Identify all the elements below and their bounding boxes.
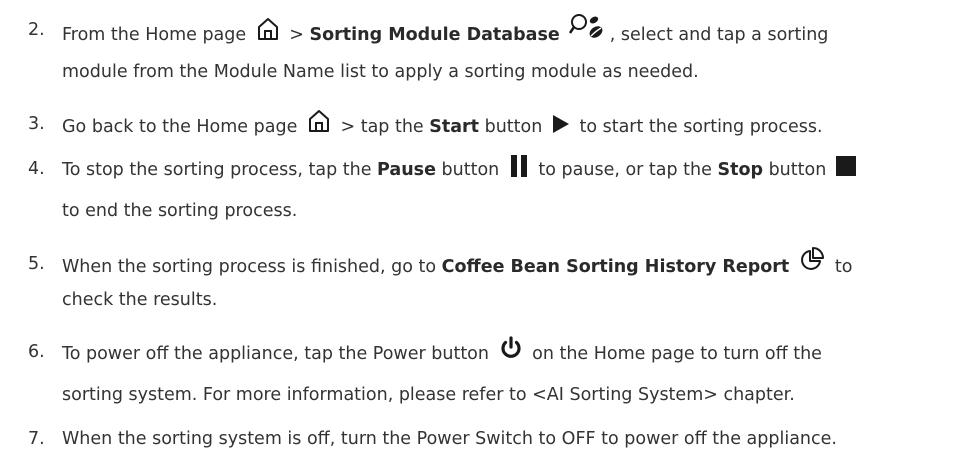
step-bold: Sorting Module Database — [309, 25, 560, 45]
step-text: button — [435, 160, 505, 180]
home-icon — [256, 16, 280, 42]
step-text: , select and tap a sorting — [609, 25, 829, 45]
step-text: to — [829, 257, 853, 277]
step-line: sorting system. For more information, pl… — [62, 385, 795, 405]
power-icon — [499, 336, 523, 360]
step-text: When the sorting process is finished, go… — [62, 257, 442, 277]
step-line: Go back to the Home page > tap the Start… — [62, 110, 823, 140]
step-number: 2. — [28, 20, 45, 40]
step-text: Go back to the Home page — [62, 117, 303, 137]
step-line: to end the sorting process. — [62, 201, 298, 221]
step-line: To stop the sorting process, tap the Pau… — [62, 155, 856, 181]
step-text: button — [763, 160, 832, 180]
step-number: 5. — [28, 254, 45, 274]
step-text: From the Home page — [62, 25, 252, 45]
step-text: To power off the appliance, tap the Powe… — [62, 344, 495, 364]
step-text: > tap the — [334, 117, 430, 137]
step-text: to pause, or tap the — [532, 160, 718, 180]
step-number: 4. — [28, 159, 45, 179]
home-icon — [307, 108, 331, 134]
step-text: to start the sorting process. — [573, 117, 823, 137]
step-bold: Pause — [377, 160, 436, 180]
step-line: check the results. — [62, 290, 218, 310]
step-number: 7. — [28, 429, 45, 449]
pause-icon — [510, 155, 527, 177]
step-text: > — [283, 25, 310, 45]
pie-chart-icon — [799, 246, 825, 272]
coffee-bean-search-icon — [568, 12, 608, 42]
step-text: on the Home page to turn off the — [526, 344, 822, 364]
step-bold: Coffee Bean Sorting History Report — [441, 257, 790, 277]
step-bold: Start — [429, 117, 480, 137]
step-text: To stop the sorting process, tap the — [62, 160, 378, 180]
stop-icon — [835, 156, 856, 176]
step-line: To power off the appliance, tap the Powe… — [62, 336, 822, 366]
step-bold: Stop — [717, 160, 763, 180]
step-line: From the Home page > Sorting Module Data… — [62, 14, 829, 50]
step-line: When the sorting process is finished, go… — [62, 247, 853, 280]
step-number: 3. — [28, 114, 45, 134]
step-line: When the sorting system is off, turn the… — [62, 429, 837, 449]
step-text: button — [479, 117, 548, 137]
step-line: module from the Module Name list to appl… — [62, 62, 699, 82]
step-number: 6. — [28, 342, 45, 362]
play-icon — [552, 114, 570, 134]
